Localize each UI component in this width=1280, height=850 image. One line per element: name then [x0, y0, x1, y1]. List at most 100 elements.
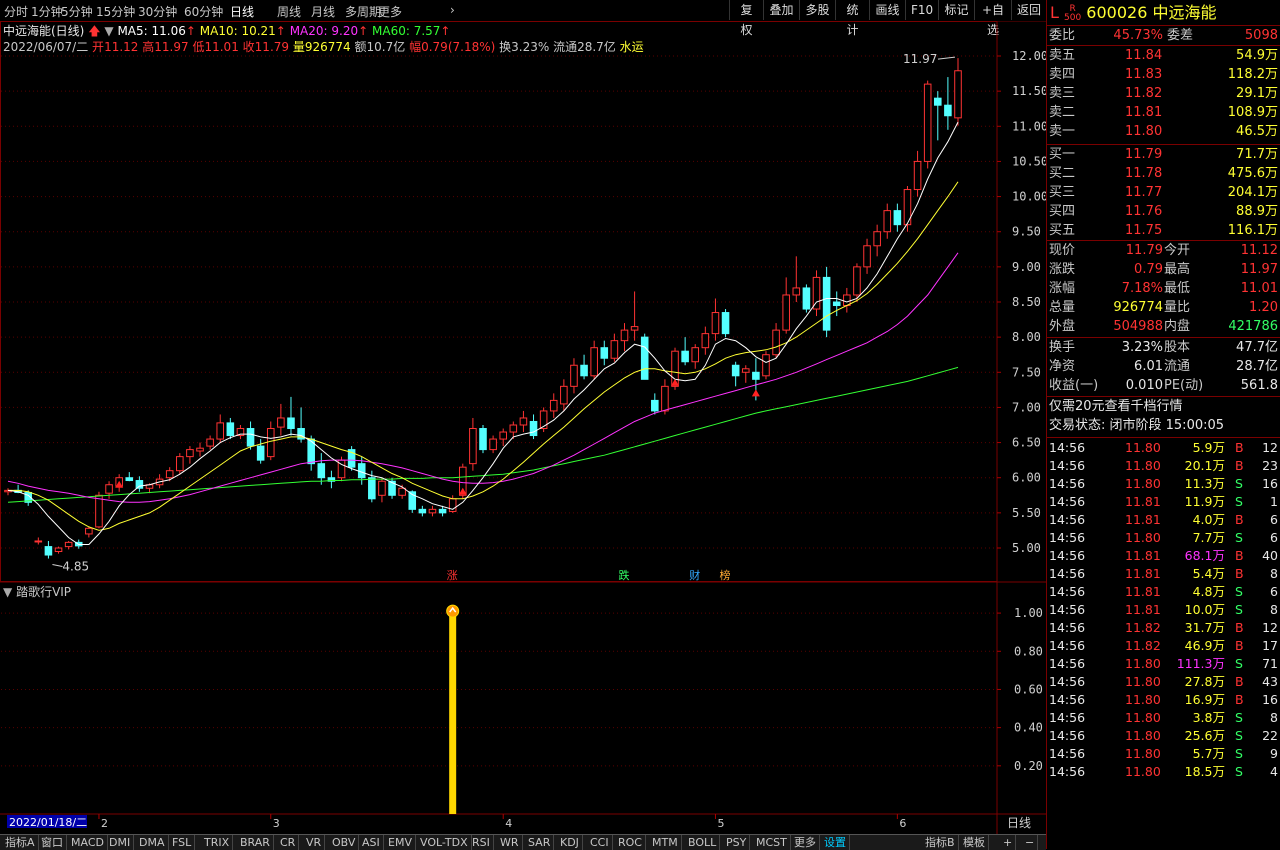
indicator-tab-2[interactable]: MACD [68, 835, 108, 850]
candle[interactable] [539, 407, 548, 433]
candle[interactable] [610, 333, 619, 362]
candle[interactable] [206, 435, 214, 450]
period-0[interactable]: 分时 [4, 3, 28, 20]
indicator-tab-18[interactable]: CCI [587, 835, 613, 850]
indicator-tab-14[interactable]: RSI [469, 835, 494, 850]
candle[interactable] [792, 256, 801, 302]
sector-value[interactable]: 水运 [620, 40, 644, 54]
candle[interactable] [479, 425, 487, 454]
candle[interactable] [600, 340, 609, 366]
dropdown-icon[interactable]: ▼ [104, 24, 113, 38]
toolbar-button-7[interactable]: +自选 [974, 0, 1011, 37]
candle[interactable] [691, 344, 700, 369]
toolbar-button-6[interactable]: 标记 [938, 0, 974, 20]
period-3[interactable]: 15分钟 [96, 3, 135, 20]
candle[interactable] [651, 393, 659, 415]
candle[interactable] [681, 337, 689, 366]
toolbar-button-1[interactable]: 叠加 [763, 0, 799, 20]
candle[interactable] [590, 340, 598, 380]
indicator-dropdown-icon[interactable]: ▼ [3, 585, 12, 599]
candle[interactable] [620, 323, 629, 352]
tick-row-11[interactable]: 14:56 11.82 46.9万 B 17 [1047, 637, 1280, 655]
candle[interactable] [499, 428, 507, 447]
candle[interactable] [913, 150, 922, 197]
indicator-tab-3[interactable]: DMI [106, 835, 135, 850]
candle[interactable] [630, 291, 639, 341]
indicator-tab-24[interactable]: 更多 [791, 835, 820, 850]
event-marker[interactable]: 跌 [618, 568, 629, 582]
candle[interactable] [802, 284, 811, 313]
tick-row-6[interactable]: 14:56 11.81 68.1万 B 40 [1047, 547, 1280, 565]
candle[interactable] [277, 403, 285, 436]
period-1[interactable]: 1分钟 [31, 3, 63, 20]
tick-row-18[interactable]: 14:56 11.80 18.5万 S 4 [1047, 763, 1280, 781]
indicator-tab-5[interactable]: FSL [169, 835, 196, 850]
candle[interactable] [186, 446, 194, 464]
tick-row-12[interactable]: 14:56 11.80 111.3万 S 71 [1047, 655, 1280, 673]
candle[interactable] [287, 396, 295, 436]
candle[interactable] [95, 491, 103, 529]
tick-row-17[interactable]: 14:56 11.80 5.7万 S 9 [1047, 745, 1280, 763]
indicator-tab-23[interactable]: MCST [753, 835, 791, 850]
event-marker[interactable]: 榜 [720, 568, 731, 582]
candle[interactable] [701, 326, 710, 355]
candle[interactable] [832, 291, 841, 317]
tick-row-9[interactable]: 14:56 11.81 10.0万 S 8 [1047, 601, 1280, 619]
candle[interactable] [893, 203, 902, 232]
tick-row-10[interactable]: 14:56 11.82 31.7万 B 12 [1047, 619, 1280, 637]
candle[interactable] [873, 224, 881, 257]
candle[interactable] [256, 439, 265, 464]
tick-row-15[interactable]: 14:56 11.80 3.8万 S 8 [1047, 709, 1280, 727]
toolbar-button-2[interactable]: 多股 [799, 0, 835, 20]
indicator-tab-22[interactable]: PSY [723, 835, 751, 850]
candle[interactable] [216, 414, 225, 443]
indicator-tab-28[interactable]: + [1000, 835, 1017, 850]
candle[interactable] [711, 298, 720, 341]
candle[interactable] [883, 203, 892, 239]
candle[interactable] [317, 453, 326, 485]
indicator-tab-21[interactable]: BOLL [685, 835, 721, 850]
indicator-tab-20[interactable]: MTM [649, 835, 682, 850]
toolbar-button-5[interactable]: F10 [905, 0, 938, 20]
indicator-tab-26[interactable]: 指标B [922, 835, 959, 850]
candle[interactable] [640, 333, 649, 380]
candle[interactable] [105, 481, 113, 499]
candle[interactable] [327, 470, 336, 489]
candle[interactable] [822, 266, 831, 338]
indicator-tab-10[interactable]: OBV [329, 835, 360, 850]
candle[interactable] [549, 393, 558, 418]
toolbar-button-4[interactable]: 画线 [869, 0, 905, 20]
candle[interactable] [923, 80, 932, 169]
candle[interactable] [388, 477, 396, 499]
candle[interactable] [135, 476, 144, 492]
tick-row-7[interactable]: 14:56 11.81 5.4万 B 8 [1047, 565, 1280, 583]
candle[interactable] [519, 410, 528, 433]
promo-text[interactable]: 仅需20元查看千档行情 [1049, 398, 1183, 416]
indicator-tab-0[interactable]: 指标A [2, 835, 39, 850]
chart-area[interactable]: 12.00 11.50 11.00 10.50 10.00 9.50 9.00 8.50 8.0… [0, 21, 1048, 834]
candle[interactable] [529, 414, 538, 440]
candle[interactable] [44, 540, 53, 559]
candle[interactable] [812, 270, 821, 317]
tick-row-2[interactable]: 14:56 11.80 11.3万 S 16 [1047, 475, 1280, 493]
candle[interactable] [378, 477, 386, 503]
candle[interactable] [469, 417, 477, 471]
indicator-tab-12[interactable]: EMV [385, 835, 416, 850]
indicator-tab-4[interactable]: DMA [136, 835, 169, 850]
indicator-tab-29[interactable]: − [1022, 835, 1039, 850]
more-arrow-icon[interactable]: › [450, 3, 455, 17]
period-6[interactable]: 日线 [230, 3, 254, 20]
candle[interactable] [741, 365, 750, 383]
indicator-tab-6[interactable]: TRIX [201, 835, 234, 850]
event-marker[interactable]: 涨 [447, 569, 458, 582]
toolbar-button-8[interactable]: 返回 [1011, 0, 1046, 20]
toolbar-button-3[interactable]: 统计 [835, 0, 869, 37]
tick-row-16[interactable]: 14:56 11.80 25.6万 S 22 [1047, 727, 1280, 745]
candle[interactable] [954, 58, 962, 126]
indicator-tab-19[interactable]: ROC [615, 835, 646, 850]
period-5[interactable]: 60分钟 [184, 3, 223, 20]
tick-row-14[interactable]: 14:56 11.80 16.9万 B 16 [1047, 691, 1280, 709]
candle[interactable] [721, 309, 730, 338]
candle[interactable] [418, 505, 427, 517]
candle[interactable] [246, 421, 255, 450]
